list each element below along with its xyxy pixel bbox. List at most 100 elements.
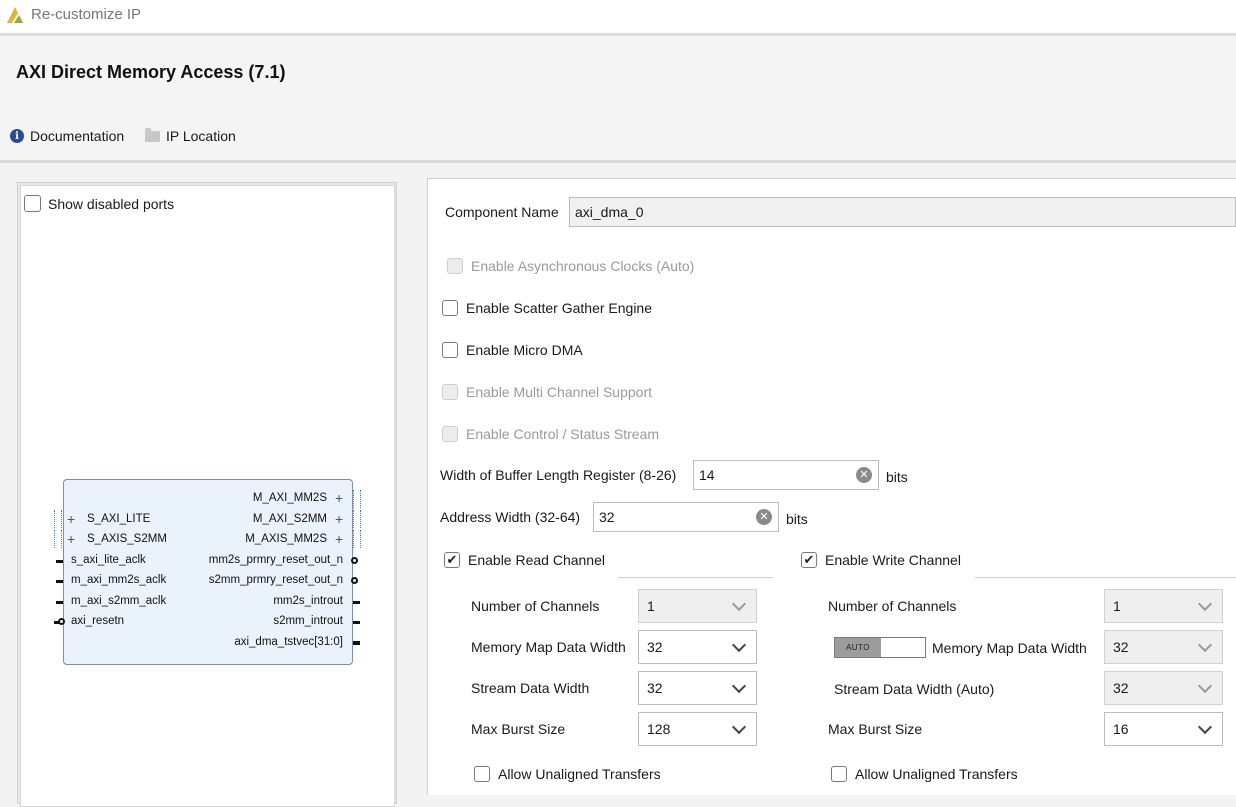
multi-channel-checkbox (442, 384, 458, 400)
port-s-axis-s2mm[interactable]: S_AXIS_S2MM (87, 533, 167, 545)
read-max-burst-select[interactable]: 128 (638, 712, 757, 746)
chevron-down-icon (731, 637, 747, 653)
chevron-down-icon (1197, 637, 1213, 653)
bus-interface-marker (353, 510, 361, 528)
read-stream-data-width-select[interactable]: 32 (638, 671, 757, 705)
micro-dma-option[interactable]: Enable Micro DMA (442, 342, 583, 358)
address-width-unit: bits (786, 511, 808, 527)
port-mm2s-prmry-reset-out-n[interactable]: mm2s_prmry_reset_out_n (209, 554, 343, 566)
show-disabled-ports-option[interactable]: Show disabled ports (24, 195, 174, 212)
port-m-axi-s2mm[interactable]: M_AXI_S2MM (253, 513, 327, 525)
expand-plus-icon[interactable]: + (335, 532, 343, 546)
component-name-value: axi_dma_0 (575, 204, 644, 220)
chevron-down-icon (1197, 596, 1213, 612)
micro-dma-label: Enable Micro DMA (466, 342, 583, 358)
clear-icon[interactable]: ✕ (756, 509, 772, 525)
read-stream-data-width-value: 32 (647, 680, 663, 696)
component-name-input[interactable]: axi_dma_0 (569, 197, 1236, 227)
write-stream-data-width-value: 32 (1113, 680, 1129, 696)
bus-interface-marker (54, 530, 62, 548)
async-clocks-option: Enable Asynchronous Clocks (Auto) (447, 258, 694, 274)
port-m-axis-mm2s[interactable]: M_AXIS_MM2S (245, 533, 327, 545)
port-m-axi-mm2s[interactable]: M_AXI_MM2S (253, 492, 327, 504)
port-s-axi-lite-aclk[interactable]: s_axi_lite_aclk (71, 554, 146, 566)
window-title: Re-customize IP (31, 6, 142, 23)
buffer-length-input[interactable]: 14 ✕ (693, 460, 879, 490)
chevron-down-icon (731, 596, 747, 612)
read-stream-data-width-label: Stream Data Width (471, 680, 590, 696)
write-channel-enable[interactable]: Enable Write Channel (801, 552, 961, 568)
async-clocks-label: Enable Asynchronous Clocks (Auto) (471, 258, 695, 274)
scatter-gather-label: Enable Scatter Gather Engine (466, 300, 653, 316)
vivado-logo-icon (7, 7, 23, 23)
chevron-down-icon (731, 678, 747, 694)
documentation-label: Documentation (30, 128, 125, 144)
read-channel-checkbox[interactable] (444, 552, 460, 568)
ip-title: AXI Direct Memory Access (7.1) (16, 62, 286, 82)
port-s2mm-prmry-reset-out-n[interactable]: s2mm_prmry_reset_out_n (209, 574, 343, 586)
read-unaligned-checkbox[interactable] (474, 766, 490, 782)
port-pin (353, 641, 360, 645)
read-mm-data-width-value: 32 (647, 639, 663, 655)
port-pin (353, 621, 360, 624)
documentation-link[interactable]: i Documentation (10, 128, 124, 144)
port-axi-dma-tstvec[interactable]: axi_dma_tstvec[31:0] (234, 636, 343, 648)
buffer-length-label: Width of Buffer Length Register (8-26) (440, 467, 677, 483)
port-pin (56, 580, 63, 583)
component-name-label: Component Name (445, 204, 559, 220)
folder-icon (145, 127, 160, 142)
bus-interface-marker (353, 530, 361, 548)
buffer-length-unit: bits (886, 469, 908, 485)
port-pin (56, 560, 63, 563)
read-max-burst-label: Max Burst Size (471, 721, 566, 737)
address-width-label: Address Width (32-64) (440, 509, 581, 525)
write-mm-data-width-label: Memory Map Data Width (932, 640, 1087, 656)
show-disabled-ports-checkbox[interactable] (24, 195, 41, 212)
port-axi-resetn[interactable]: axi_resetn (71, 615, 124, 627)
address-width-input[interactable]: 32 ✕ (593, 502, 779, 532)
chevron-down-icon (1197, 678, 1213, 694)
write-unaligned-checkbox[interactable] (831, 766, 847, 782)
bus-interface-marker (54, 510, 62, 528)
expand-plus-icon[interactable]: + (67, 512, 75, 526)
read-num-channels-value: 1 (647, 598, 655, 614)
port-s2mm-introut[interactable]: s2mm_introut (273, 615, 343, 627)
write-max-burst-value: 16 (1113, 721, 1129, 737)
write-unaligned-label: Allow Unaligned Transfers (855, 766, 1018, 782)
bus-interface-marker (353, 490, 361, 508)
write-max-burst-label: Max Burst Size (828, 721, 923, 737)
ip-location-label: IP Location (166, 128, 236, 144)
write-channel-checkbox[interactable] (801, 552, 817, 568)
read-channel-enable[interactable]: Enable Read Channel (444, 552, 605, 568)
divider (618, 577, 773, 578)
expand-plus-icon[interactable]: + (335, 491, 343, 505)
expand-plus-icon[interactable]: + (335, 512, 343, 526)
port-pin-inverted (351, 577, 358, 584)
port-s-axi-lite[interactable]: S_AXI_LITE (87, 513, 150, 525)
clear-icon[interactable]: ✕ (856, 467, 872, 483)
ip-location-link[interactable]: IP Location (145, 127, 236, 144)
port-mm2s-introut[interactable]: mm2s_introut (273, 595, 343, 607)
read-mm-data-width-select[interactable]: 32 (638, 630, 757, 664)
write-mm-data-width-select: 32 (1104, 630, 1223, 664)
read-unaligned-option[interactable]: Allow Unaligned Transfers (474, 766, 661, 782)
write-stream-data-width-label: Stream Data Width (Auto) (834, 681, 995, 697)
scatter-gather-option[interactable]: Enable Scatter Gather Engine (442, 300, 652, 316)
auto-toggle[interactable]: AUTO (834, 637, 926, 658)
port-m-axi-mm2s-aclk[interactable]: m_axi_mm2s_aclk (71, 574, 166, 586)
expand-plus-icon[interactable]: + (67, 532, 75, 546)
control-status-label: Enable Control / Status Stream (466, 426, 659, 442)
auto-toggle-label: AUTO (835, 638, 881, 657)
auto-toggle-track (881, 638, 925, 657)
chevron-down-icon (731, 719, 747, 735)
ip-header: AXI Direct Memory Access (7.1) i Documen… (0, 36, 1236, 163)
write-max-burst-select[interactable]: 16 (1104, 712, 1223, 746)
divider (975, 577, 1236, 578)
write-unaligned-option[interactable]: Allow Unaligned Transfers (831, 766, 1018, 782)
control-status-option: Enable Control / Status Stream (442, 426, 659, 442)
control-status-checkbox (442, 426, 458, 442)
buffer-length-value: 14 (699, 467, 715, 483)
scatter-gather-checkbox[interactable] (442, 300, 458, 316)
micro-dma-checkbox[interactable] (442, 342, 458, 358)
port-m-axi-s2mm-aclk[interactable]: m_axi_s2mm_aclk (71, 595, 166, 607)
